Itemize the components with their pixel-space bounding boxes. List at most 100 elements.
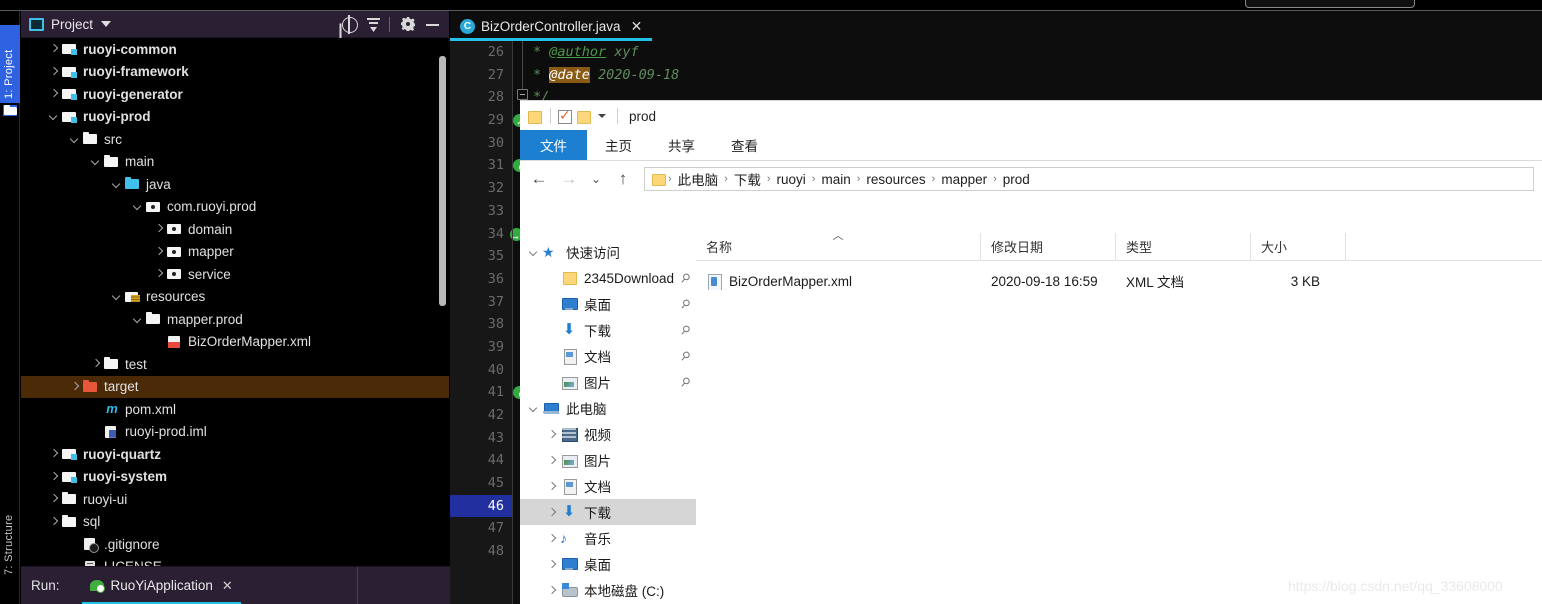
properties-check-icon[interactable] <box>556 107 572 124</box>
line-number-45[interactable]: 45 <box>450 472 512 495</box>
line-number-28[interactable]: 28 <box>450 86 512 109</box>
file-list-column-headers[interactable]: ︿ 名称 修改日期 类型 大小 <box>696 230 1542 261</box>
table-row[interactable]: BizOrderMapper.xml 2020-09-18 16:59 XML 文档… <box>696 267 1542 295</box>
project-tree-scrollbar[interactable] <box>439 56 446 306</box>
breadcrumb-item-3[interactable]: main <box>816 172 855 187</box>
locate-icon[interactable] <box>338 13 360 35</box>
column-header-3[interactable]: 大小 <box>1251 232 1346 261</box>
breadcrumb-item-4[interactable]: resources <box>861 172 930 187</box>
file-list-rows[interactable]: BizOrderMapper.xml 2020-09-18 16:59 XML 文档… <box>696 267 1542 295</box>
line-number-37[interactable]: 37 <box>450 291 512 314</box>
chevron-down-icon[interactable] <box>69 134 80 145</box>
tree-item-ruoyi-prod[interactable]: ruoyi-prod <box>21 106 449 129</box>
line-number-33[interactable]: 33 <box>450 200 512 223</box>
tree-item-main[interactable]: main <box>21 151 449 174</box>
sidebar-tab-project[interactable]: 1: Project <box>0 25 20 103</box>
nav-item-9[interactable]: 文档 <box>520 473 696 499</box>
explorer-navigation-pane[interactable]: ★ 快速访问 2345Download ⚲ 桌面 ⚲ ⬇ 下载 ⚲ 文档 ⚲ 图片 ⚲ 此电脑 视频 图片 文档… <box>520 233 696 604</box>
collapse-all-icon[interactable] <box>362 13 384 35</box>
breadcrumb-item-1[interactable]: 下载 <box>729 169 766 189</box>
close-icon[interactable]: ✕ <box>222 578 233 594</box>
tree-item-ruoyi-common[interactable]: ruoyi-common <box>21 38 449 61</box>
pin-icon[interactable]: ⚲ <box>678 270 694 286</box>
line-number-41[interactable]: 41 <box>450 381 527 404</box>
tree-item-ruoyi-framework[interactable]: ruoyi-framework <box>21 61 449 84</box>
tree-item-resources[interactable]: resources <box>21 286 449 309</box>
chevron-down-icon[interactable] <box>111 291 122 302</box>
up-button[interactable]: ↑ <box>608 164 638 194</box>
column-header-2[interactable]: 类型 <box>1116 232 1251 261</box>
line-number-39[interactable]: 39 <box>450 336 512 359</box>
chevron-right-icon[interactable] <box>544 478 560 494</box>
tree-item-mapper-prod[interactable]: mapper.prod <box>21 308 449 331</box>
tree-item-src[interactable]: src <box>21 128 449 151</box>
column-header-0[interactable]: ︿ 名称 <box>696 230 981 261</box>
tree-item-target[interactable]: target <box>21 375 449 398</box>
breadcrumb-item-2[interactable]: ruoyi <box>772 172 811 187</box>
tree-item-test[interactable]: test <box>21 353 449 376</box>
folder-icon[interactable] <box>526 109 542 124</box>
nav-item-2[interactable]: 桌面 ⚲ <box>520 291 696 317</box>
nav-item-11[interactable]: ♪ 音乐 <box>520 525 696 551</box>
line-number-26[interactable]: 26 <box>450 41 512 64</box>
breadcrumb-item-5[interactable]: mapper <box>936 172 992 187</box>
tree-item-sql[interactable]: sql <box>21 511 449 534</box>
code-fold-marker-icon[interactable] <box>517 89 528 100</box>
breadcrumb[interactable]: › 此电脑 › 下载 › ruoyi › main › resources › mapper › prod <box>644 167 1534 191</box>
line-number-35[interactable]: 35 <box>450 245 512 268</box>
chevron-right-icon[interactable] <box>48 66 59 77</box>
chevron-right-icon[interactable] <box>48 516 59 527</box>
pin-icon[interactable]: ⚲ <box>678 296 694 312</box>
nav-item-3[interactable]: ⬇ 下载 ⚲ <box>520 317 696 343</box>
new-folder-icon[interactable] <box>575 109 591 124</box>
chevron-right-icon[interactable] <box>544 582 560 598</box>
editor-line-number-gutter[interactable]: 26 27 28 29 30 31 32 33 34 35 36 37 38 39 40 41 42 43 44 45… <box>450 41 527 604</box>
run-config-selector[interactable] <box>1245 0 1415 8</box>
chevron-right-icon[interactable] <box>544 426 560 442</box>
chevron-right-icon[interactable] <box>153 269 164 280</box>
pin-icon[interactable]: ⚲ <box>678 374 694 390</box>
tree-item-service[interactable]: service <box>21 263 449 286</box>
line-number-42[interactable]: 42 <box>450 404 512 427</box>
chevron-down-icon[interactable] <box>48 111 59 122</box>
tree-item-domain[interactable]: domain <box>21 218 449 241</box>
nav-item-0[interactable]: ★ 快速访问 <box>520 239 696 265</box>
chevron-down-icon[interactable] <box>101 21 112 27</box>
chevron-down-icon[interactable] <box>526 400 542 416</box>
tree-item-ruoyi-ui[interactable]: ruoyi-ui <box>21 488 449 511</box>
chevron-right-icon[interactable] <box>90 359 101 370</box>
line-number-48[interactable]: 48 <box>450 540 512 563</box>
chevron-right-icon[interactable] <box>48 449 59 460</box>
forward-button[interactable]: → <box>554 164 584 194</box>
chevron-right-icon[interactable] <box>153 224 164 235</box>
ribbon-tab-0[interactable]: 文件 <box>520 130 587 160</box>
breadcrumb-item-0[interactable]: 此电脑 <box>673 169 724 189</box>
line-number-29[interactable]: 29 <box>450 109 526 135</box>
chevron-down-icon[interactable] <box>90 156 101 167</box>
chevron-right-icon[interactable] <box>544 530 560 546</box>
line-number-31[interactable]: 31 <box>450 154 527 177</box>
nav-item-5[interactable]: 图片 ⚲ <box>520 369 696 395</box>
chevron-right-icon[interactable] <box>544 452 560 468</box>
chevron-right-icon[interactable] <box>48 471 59 482</box>
chevron-down-icon[interactable] <box>111 179 122 190</box>
explorer-ribbon-tabs[interactable]: 文件 主页 共享 查看 <box>520 130 1542 161</box>
nav-item-13[interactable]: 本地磁盘 (C:) <box>520 577 696 603</box>
tree-item-ruoyi-quartz[interactable]: ruoyi-quartz <box>21 443 449 466</box>
column-header-1[interactable]: 修改日期 <box>981 232 1116 261</box>
editor-tab-bizordercontroller[interactable]: C BizOrderController.java ✕ <box>450 11 653 41</box>
gear-icon[interactable] <box>397 13 419 35</box>
tree-item-ruoyi-system[interactable]: ruoyi-system <box>21 466 449 489</box>
line-number-43[interactable]: 43 <box>450 427 512 450</box>
close-icon[interactable]: ✕ <box>631 18 643 35</box>
chevron-right-icon[interactable] <box>544 556 560 572</box>
nav-item-12[interactable]: 桌面 <box>520 551 696 577</box>
line-number-32[interactable]: 32 <box>450 177 512 200</box>
project-tree[interactable]: ruoyi-common ruoyi-framework ruoyi-generat… <box>21 38 449 566</box>
nav-item-8[interactable]: 图片 <box>520 447 696 473</box>
line-number-30[interactable]: 30 <box>450 132 512 155</box>
run-tab-ruoyiapplication[interactable]: RuoYiApplication ✕ <box>81 567 241 604</box>
line-number-34[interactable]: 34 <box>450 223 523 249</box>
line-number-44[interactable]: 44 <box>450 449 512 472</box>
line-number-38[interactable]: 38 <box>450 313 512 336</box>
